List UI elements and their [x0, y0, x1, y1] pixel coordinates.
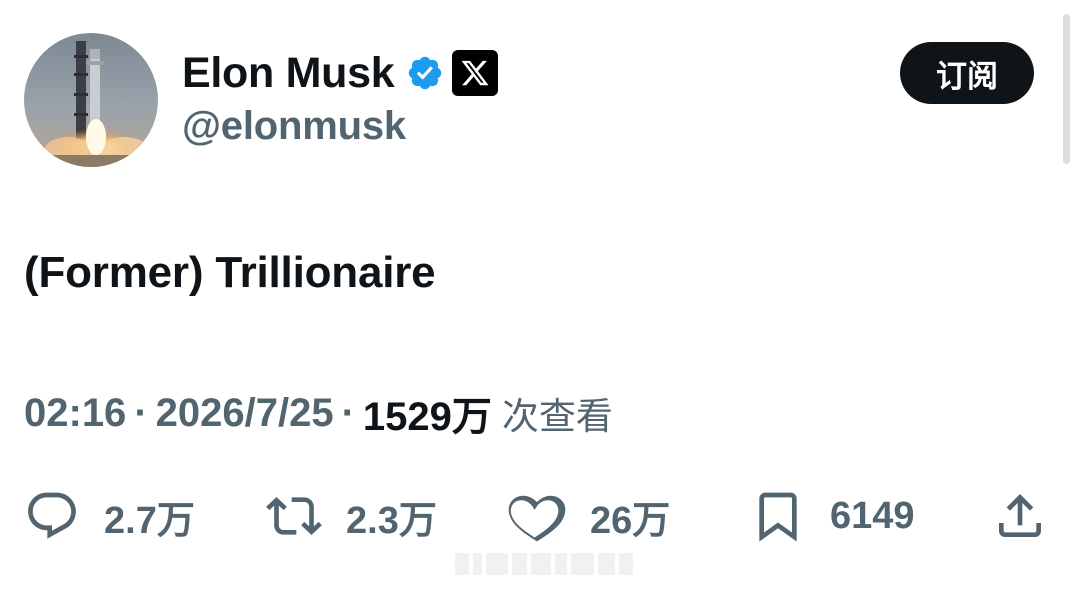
avatar[interactable]	[24, 33, 158, 167]
share-icon	[999, 494, 1041, 537]
tweet-text: (Former) Trillionaire	[24, 248, 436, 297]
author-name-row: Elon Musk	[182, 44, 499, 102]
retweet-button[interactable]: 2.3万	[266, 484, 437, 548]
reply-icon	[28, 492, 76, 539]
tweet-detail-view: Elon Musk @elonmusk 订阅 (Former) Trillion…	[0, 0, 1080, 592]
bookmark-count: 6149	[830, 494, 915, 537]
meta-separator: ·	[134, 390, 148, 435]
bookmark-icon	[759, 492, 797, 542]
tweet-date[interactable]: 2026/7/25	[156, 391, 334, 436]
reply-count: 2.7万	[104, 499, 195, 542]
reply-button[interactable]: 2.7万	[24, 484, 195, 548]
author-display-name[interactable]: Elon Musk	[182, 49, 395, 98]
like-button[interactable]: 26万	[508, 484, 670, 548]
views-count[interactable]: 1529万	[363, 384, 492, 442]
watermark	[455, 548, 633, 580]
share-button[interactable]	[992, 484, 1048, 548]
avatar-rocket-image	[24, 33, 158, 167]
scrollbar[interactable]	[1063, 14, 1070, 164]
views-label: 次查看	[501, 395, 613, 438]
heart-icon	[508, 495, 566, 542]
x-logo-icon[interactable]	[452, 50, 499, 96]
subscribe-button[interactable]: 订阅	[900, 42, 1034, 104]
retweet-count: 2.3万	[346, 499, 437, 542]
retweet-icon	[266, 497, 322, 535]
meta-separator: ·	[341, 390, 355, 435]
tweet-meta: 02:16 · 2026/7/25 · 1529万 次查看	[24, 385, 613, 441]
like-count: 26万	[590, 499, 671, 542]
action-bar: 2.7万 2.3万 26万 6149	[0, 484, 1080, 548]
bookmark-button[interactable]: 6149	[750, 484, 915, 548]
verified-badge-icon[interactable]	[406, 54, 444, 92]
author-handle[interactable]: @elonmusk	[182, 104, 406, 149]
tweet-time[interactable]: 02:16	[24, 391, 126, 436]
